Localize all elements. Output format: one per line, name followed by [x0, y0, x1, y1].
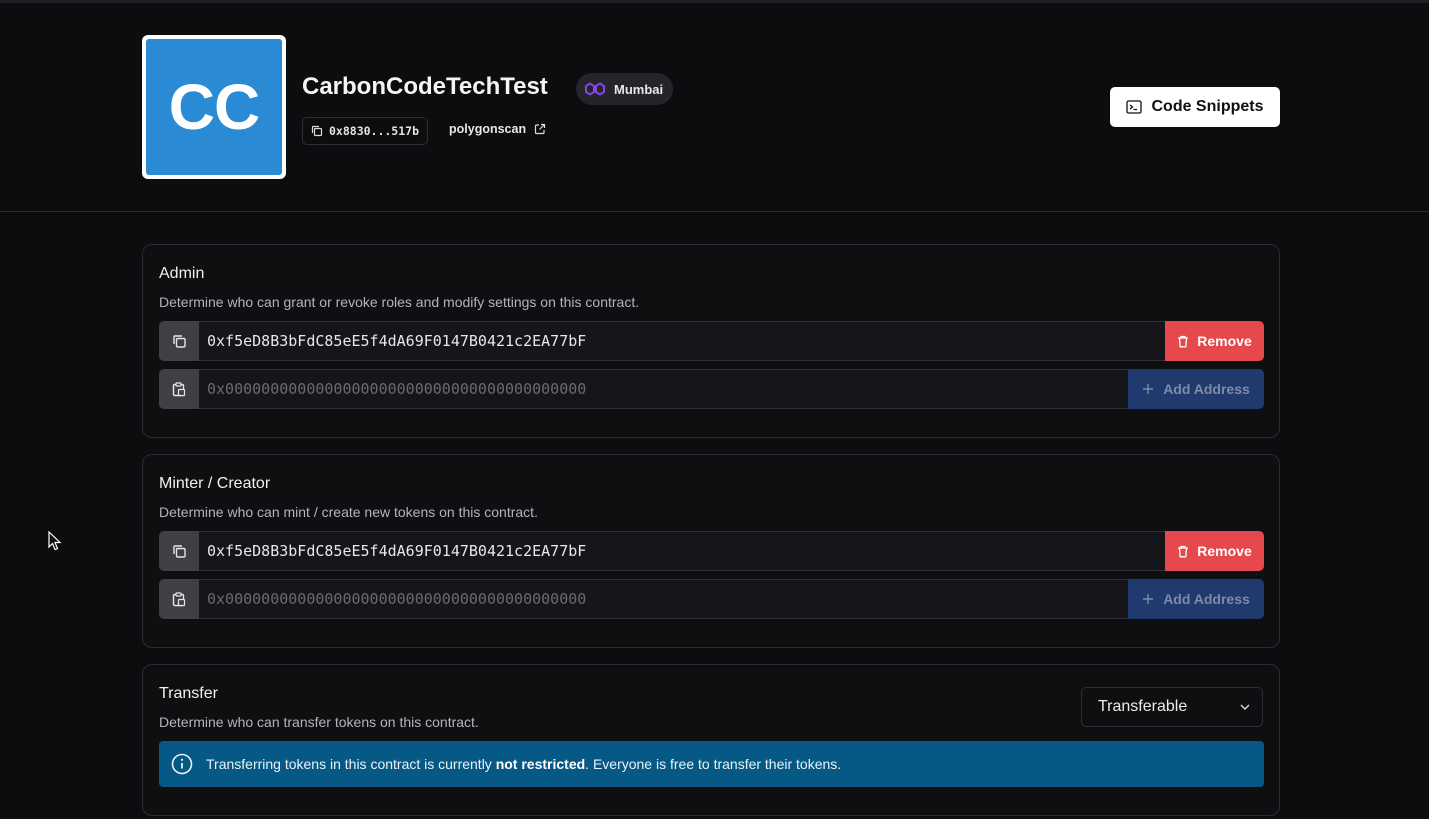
polygon-icon — [585, 82, 605, 96]
paste-address-button[interactable] — [159, 579, 199, 619]
admin-address-row: 0xf5eD8B3bFdC85eE5f4dA69F0147B0421c2EA77… — [159, 321, 1264, 361]
minter-title: Minter / Creator — [159, 475, 271, 492]
copy-address-button[interactable] — [159, 321, 199, 361]
copy-icon — [172, 544, 186, 558]
terminal-icon — [1126, 100, 1143, 114]
trash-icon — [1178, 335, 1189, 347]
copy-address-button[interactable] — [159, 531, 199, 571]
external-link-icon — [534, 123, 546, 135]
explorer-label: polygonscan — [449, 122, 527, 136]
transfer-mode-select[interactable]: Transferable — [1081, 687, 1263, 727]
minter-new-address-row: 0x00000000000000000000000000000000000000… — [159, 579, 1264, 619]
minter-description: Determine who can mint / create new toke… — [159, 504, 538, 520]
mouse-cursor-icon — [48, 531, 62, 551]
contract-header: CC CarbonCodeTechTest Mumbai 0x8830...51… — [0, 3, 1429, 212]
admin-new-address-row: 0x00000000000000000000000000000000000000… — [159, 369, 1264, 409]
add-minter-address-button[interactable]: Add Address — [1128, 579, 1264, 619]
admin-address-field[interactable]: 0xf5eD8B3bFdC85eE5f4dA69F0147B0421c2EA77… — [199, 321, 1165, 361]
remove-minter-button[interactable]: Remove — [1165, 531, 1264, 571]
contract-title: CarbonCodeTechTest — [302, 73, 548, 100]
transfer-card: Transfer Determine who can transfer toke… — [142, 664, 1280, 816]
minter-address-field[interactable]: 0xf5eD8B3bFdC85eE5f4dA69F0147B0421c2EA77… — [199, 531, 1165, 571]
add-admin-address-button[interactable]: Add Address — [1128, 369, 1264, 409]
contract-address-copy[interactable]: 0x8830...517b — [302, 117, 429, 145]
transfer-mode-value: Transferable — [1098, 698, 1188, 715]
paste-icon — [172, 381, 186, 396]
minter-address-row: 0xf5eD8B3bFdC85eE5f4dA69F0147B0421c2EA77… — [159, 531, 1264, 571]
plus-icon — [1143, 384, 1154, 394]
admin-title: Admin — [159, 265, 205, 282]
admin-new-address-input[interactable]: 0x00000000000000000000000000000000000000… — [199, 369, 1128, 409]
paste-address-button[interactable] — [159, 369, 199, 409]
minter-card: Minter / Creator Determine who can mint … — [142, 454, 1280, 648]
network-badge: Mumbai — [576, 73, 674, 105]
network-name: Mumbai — [614, 81, 664, 97]
remove-label: Remove — [1197, 333, 1252, 349]
admin-description: Determine who can grant or revoke roles … — [159, 294, 640, 310]
explorer-link[interactable]: polygonscan — [449, 122, 546, 136]
contract-logo: CC — [142, 35, 286, 179]
contract-address: 0x8830...517b — [329, 124, 420, 138]
remove-label: Remove — [1197, 543, 1252, 559]
add-address-label: Add Address — [1163, 591, 1250, 607]
code-snippets-button[interactable]: Code Snippets — [1110, 87, 1280, 127]
info-icon — [171, 753, 193, 775]
minter-new-address-input[interactable]: 0x00000000000000000000000000000000000000… — [199, 579, 1128, 619]
transfer-description: Determine who can transfer tokens on thi… — [159, 714, 479, 730]
copy-icon — [172, 334, 186, 348]
trash-icon — [1178, 545, 1189, 557]
remove-admin-button[interactable]: Remove — [1165, 321, 1264, 361]
alert-text: Transferring tokens in this contract is … — [206, 756, 842, 772]
transfer-title: Transfer — [159, 685, 218, 702]
plus-icon — [1143, 594, 1154, 604]
logo-text: CC — [146, 39, 282, 175]
paste-icon — [172, 591, 186, 606]
add-address-label: Add Address — [1163, 381, 1250, 397]
copy-icon — [311, 125, 323, 137]
chevron-down-icon — [1240, 704, 1250, 710]
admin-card: Admin Determine who can grant or revoke … — [142, 244, 1280, 438]
transfer-info-alert: Transferring tokens in this contract is … — [159, 741, 1264, 787]
code-snippets-label: Code Snippets — [1151, 98, 1264, 115]
